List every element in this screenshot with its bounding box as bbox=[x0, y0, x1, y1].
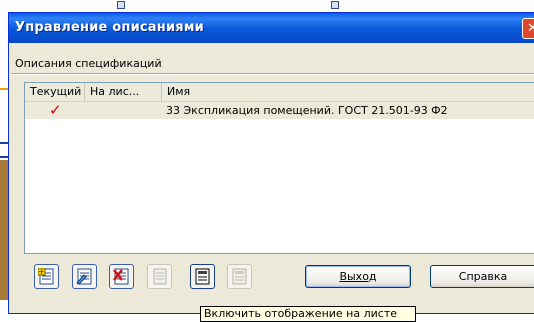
window-title: Управление описаниями bbox=[15, 20, 204, 35]
title-bar[interactable]: Управление описаниями ✕ bbox=[9, 13, 534, 43]
add-description-button[interactable] bbox=[34, 264, 59, 289]
description-name-cell: 33 Экспликация помещений. ГОСТ 21.501-93… bbox=[166, 104, 448, 117]
list-header: Текущий На лис... Имя bbox=[25, 83, 534, 102]
background-grip-icon bbox=[117, 1, 125, 9]
close-icon: ✕ bbox=[527, 21, 534, 36]
column-header-on-sheet[interactable]: На лис... bbox=[85, 83, 162, 101]
help-button-label: Справка bbox=[458, 270, 508, 283]
column-header-name[interactable]: Имя bbox=[162, 83, 534, 101]
close-button[interactable]: ✕ bbox=[522, 18, 534, 39]
background-app-top-edge bbox=[0, 0, 534, 10]
current-check-icon: ✓ bbox=[49, 101, 62, 119]
disabled-sheet-button[interactable] bbox=[147, 264, 172, 289]
delete-description-button[interactable] bbox=[109, 264, 134, 289]
disabled-options-button[interactable] bbox=[227, 264, 252, 289]
column-header-current[interactable]: Текущий bbox=[25, 83, 85, 101]
disabled-sheet-icon bbox=[153, 268, 167, 285]
group-divider bbox=[11, 73, 534, 75]
disabled-options-icon bbox=[232, 268, 247, 285]
add-description-icon bbox=[38, 268, 54, 285]
delete-description-icon bbox=[113, 268, 129, 285]
show-on-sheet-button[interactable] bbox=[190, 264, 215, 289]
show-on-sheet-icon bbox=[195, 268, 210, 285]
list-row[interactable]: ✓ 33 Экспликация помещений. ГОСТ 21.501-… bbox=[25, 102, 534, 119]
exit-button-label: Выход bbox=[339, 270, 377, 283]
descriptions-list[interactable]: Текущий На лис... Имя ✓ 33 Экспликация п… bbox=[24, 82, 534, 254]
edit-description-icon bbox=[76, 268, 92, 285]
help-button[interactable]: Справка bbox=[430, 265, 534, 288]
edit-description-button[interactable] bbox=[72, 264, 97, 289]
background-grip-icon bbox=[331, 1, 339, 9]
exit-button[interactable]: Выход bbox=[305, 265, 411, 288]
section-label: Описания спецификаций bbox=[15, 57, 162, 70]
tooltip: Включить отображение на листе bbox=[200, 306, 416, 322]
